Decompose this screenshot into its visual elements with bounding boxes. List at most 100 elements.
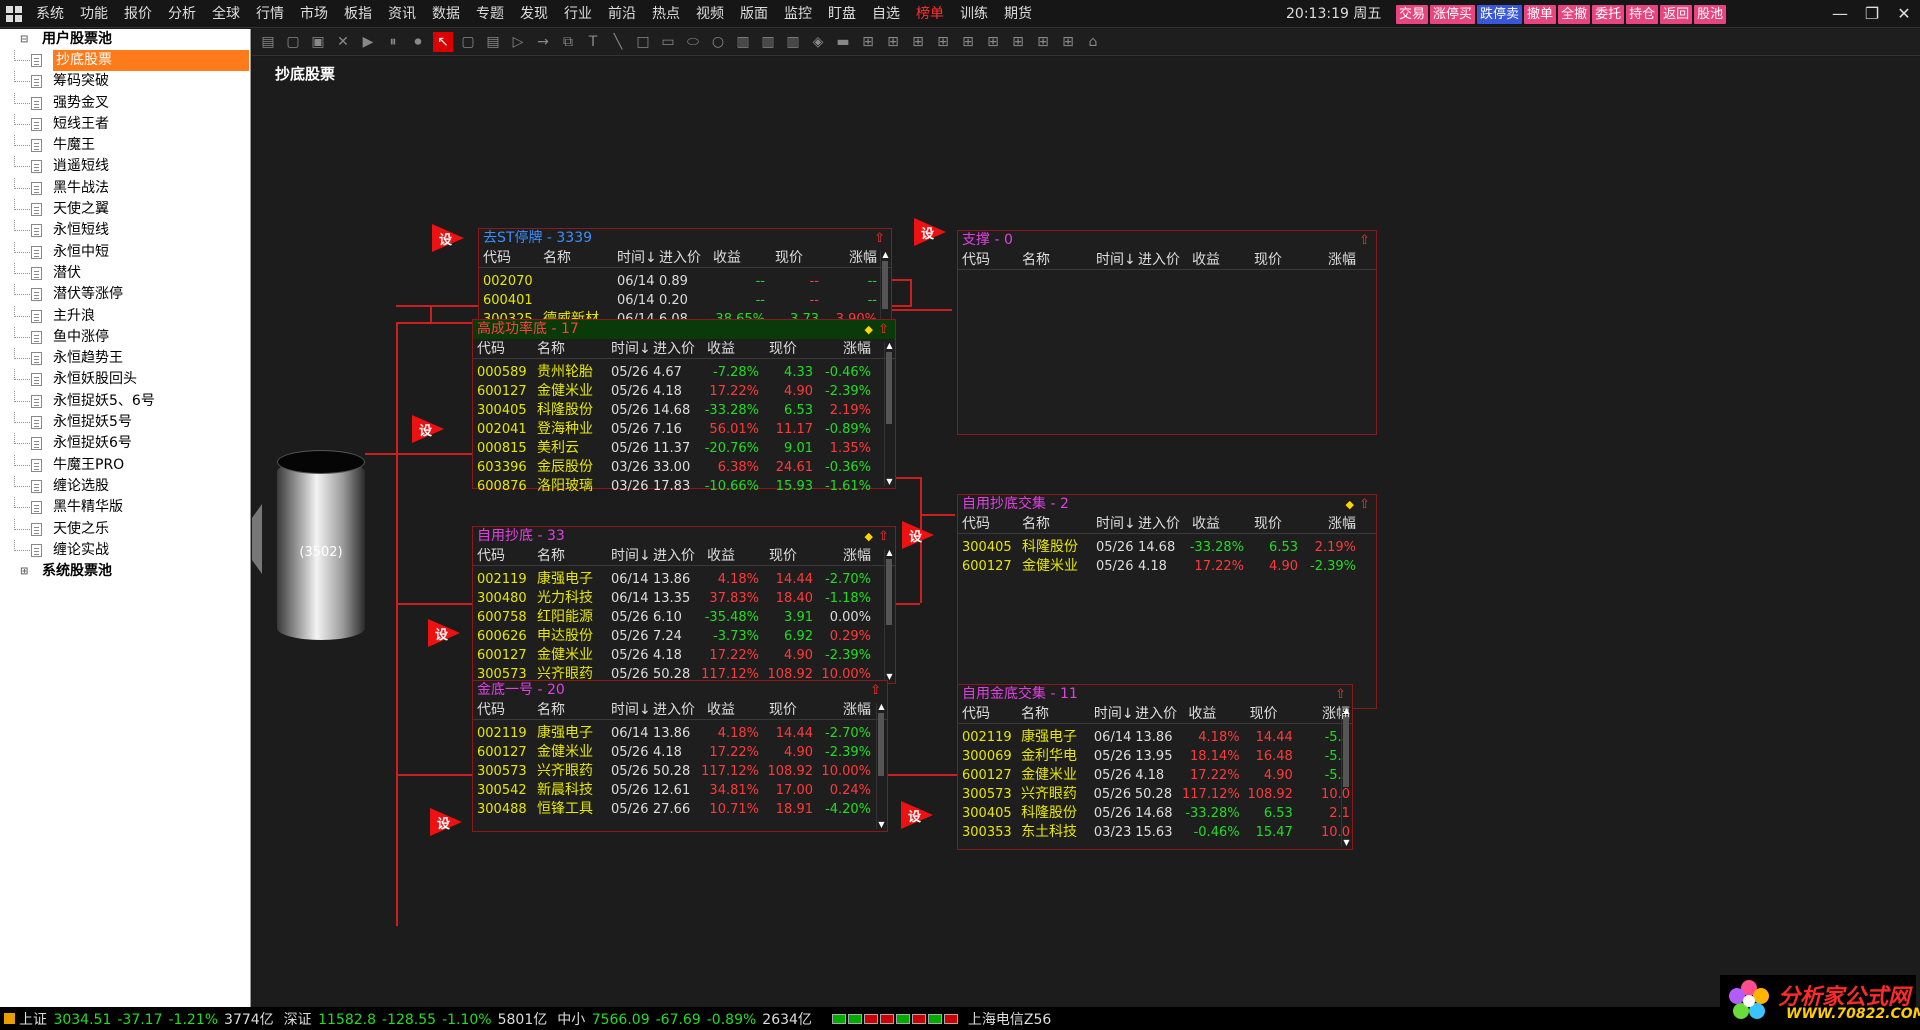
column-header[interactable]: 时间↓: [1096, 250, 1138, 269]
scroll-thumb[interactable]: [882, 261, 888, 309]
table-row[interactable]: 002119 康强电子 06/14 13.86 4.18% 14.44 -5.3: [958, 728, 1352, 747]
new-doc-icon[interactable]: ▤: [258, 32, 278, 52]
table-row[interactable]: 300480 光力科技 06/14 13.35 37.83% 18.40 -1.18%: [473, 589, 895, 608]
panel-header[interactable]: 高成功率底 - 17 ◆ ⇧: [473, 320, 895, 339]
column-header[interactable]: 代码: [477, 546, 537, 565]
column-header[interactable]: 代码: [477, 700, 537, 719]
menu-item-13[interactable]: 前沿: [600, 0, 644, 28]
table-row[interactable]: 000589 贵州轮胎 05/26 4.67 -7.28% 4.33 -0.46%: [473, 363, 895, 382]
filter-flag-button[interactable]: 设: [428, 619, 460, 647]
round-rect-tool-icon[interactable]: ▭: [658, 32, 678, 52]
tree-item[interactable]: 筹码突破: [0, 71, 250, 92]
quick-button-6[interactable]: 持仓: [1626, 5, 1659, 24]
move-up-icon[interactable]: ⇧: [870, 681, 881, 700]
quick-button-5[interactable]: 委托: [1592, 5, 1625, 24]
pointer-icon[interactable]: ↖: [433, 32, 453, 52]
minimize-icon[interactable]: —: [1824, 0, 1856, 28]
column-header[interactable]: 涨幅: [1302, 514, 1358, 533]
column-header[interactable]: 进入价: [653, 700, 701, 719]
column-header[interactable]: 收益: [701, 339, 763, 358]
tree-item[interactable]: 永恒趋势王: [0, 348, 250, 369]
table-row[interactable]: 300069 金利华电 05/26 13.95 18.14% 16.48 -5.3: [958, 747, 1352, 766]
chart-tool-icon[interactable]: ⌂: [1083, 32, 1103, 52]
table-row[interactable]: 600876 洛阳玻璃 03/26 17.83 -10.66% 15.93 -1.61%: [473, 477, 895, 496]
filter-flag-button[interactable]: 设: [430, 808, 462, 836]
column-header[interactable]: 名称: [537, 339, 611, 358]
tree-item[interactable]: 抄底股票: [0, 50, 250, 72]
table-row[interactable]: 300542 新晨科技 05/26 12.61 34.81% 17.00 0.24%: [473, 781, 887, 800]
pause-icon[interactable]: ⏸: [383, 32, 403, 52]
stock-pool-cylinder[interactable]: (3502): [277, 450, 365, 650]
diamond-icon[interactable]: ◆: [1346, 495, 1354, 514]
menu-item-10[interactable]: 专题: [468, 0, 512, 28]
vertical-scrollbar[interactable]: ▲▼: [884, 549, 893, 681]
column-header[interactable]: 进入价: [1135, 704, 1182, 723]
filter-flag-button[interactable]: 设: [902, 521, 934, 549]
column-header[interactable]: 时间↓: [611, 339, 653, 358]
app-menu-icon[interactable]: [0, 0, 28, 28]
move-up-icon[interactable]: ⇧: [874, 229, 885, 248]
collapse-icon[interactable]: ⊟: [20, 29, 28, 50]
column-header[interactable]: 名称: [1021, 704, 1094, 723]
circle-tool-icon[interactable]: ○: [708, 32, 728, 52]
column-header[interactable]: 收益: [701, 546, 763, 565]
menu-item-19[interactable]: 自选: [864, 0, 908, 28]
tree-item[interactable]: 短线王者: [0, 113, 250, 135]
tree-item[interactable]: 永恒捉妖5、6号: [0, 390, 250, 412]
restore-icon[interactable]: ❐: [1856, 0, 1888, 28]
fill-tool-icon[interactable]: ◈: [808, 32, 828, 52]
quick-button-0[interactable]: 交易: [1396, 5, 1429, 24]
menu-item-5[interactable]: 行情: [248, 0, 292, 28]
column-header[interactable]: 时间↓: [1096, 514, 1138, 533]
move-up-icon[interactable]: ⇧: [1359, 495, 1370, 514]
save-icon[interactable]: ▣: [308, 32, 328, 52]
panel-header[interactable]: 金底一号 - 20 ⇧: [473, 681, 887, 700]
scroll-up-icon[interactable]: ▲: [877, 703, 886, 711]
column-header[interactable]: 进入价: [1138, 250, 1186, 269]
column-header[interactable]: 时间↓: [611, 700, 653, 719]
grid-9-icon[interactable]: ⊞: [1058, 32, 1078, 52]
tree-root-user-pools[interactable]: ⊟ 用户股票池: [0, 29, 250, 50]
column-header[interactable]: 代码: [477, 339, 537, 358]
align-2-icon[interactable]: ▥: [758, 32, 778, 52]
ellipse-tool-icon[interactable]: ⬭: [683, 32, 703, 52]
filter-flag-button[interactable]: 设: [901, 801, 933, 829]
menu-item-3[interactable]: 分析: [160, 0, 204, 28]
column-header[interactable]: 代码: [962, 514, 1022, 533]
copy-icon[interactable]: ⧉: [558, 32, 578, 52]
tree-root-system-pools[interactable]: ⊞ 系统股票池: [0, 561, 250, 582]
menu-item-12[interactable]: 行业: [556, 0, 600, 28]
table-row[interactable]: 600127 金健米业 05/26 4.18 17.22% 4.90 -2.39%: [958, 557, 1376, 576]
server-name[interactable]: 上海电信Z56: [968, 1009, 1051, 1029]
rect-tool-icon[interactable]: ▢: [458, 32, 478, 52]
table-row[interactable]: 300405 科隆股份 05/26 14.68 -33.28% 6.53 2.19%: [473, 401, 895, 420]
tree-item[interactable]: 牛魔王PRO: [0, 454, 250, 476]
tree-item[interactable]: 鱼中涨停: [0, 326, 250, 348]
column-header[interactable]: 现价: [1244, 704, 1297, 723]
column-header[interactable]: 代码: [962, 704, 1021, 723]
align-3-icon[interactable]: ▥: [783, 32, 803, 52]
tree-item[interactable]: 天使之翼: [0, 199, 250, 220]
tree-item[interactable]: 主升浪: [0, 305, 250, 327]
column-header[interactable]: 名称: [1022, 250, 1096, 269]
menu-item-9[interactable]: 数据: [424, 0, 468, 28]
table-row[interactable]: 300573 兴齐眼药 05/26 50.28 117.12% 108.92 10.00%: [473, 762, 887, 781]
menu-item-22[interactable]: 期货: [996, 0, 1040, 28]
grid-4-icon[interactable]: ⊞: [933, 32, 953, 52]
tree-item[interactable]: 永恒中短: [0, 241, 250, 263]
column-header[interactable]: 现价: [763, 339, 817, 358]
index-1[interactable]: 深证 11582.8 -128.55 -1.10% 5801亿: [284, 1009, 548, 1029]
grid-2-icon[interactable]: ⊞: [883, 32, 903, 52]
column-header[interactable]: 代码: [483, 248, 543, 267]
menu-item-16[interactable]: 版面: [732, 0, 776, 28]
table-row[interactable]: 002119 康强电子 06/14 13.86 4.18% 14.44 -2.70%: [473, 724, 887, 743]
table-row[interactable]: 600626 申达股份 05/26 7.24 -3.73% 6.92 0.29%: [473, 627, 895, 646]
move-up-icon[interactable]: ⇧: [1335, 685, 1346, 704]
tree-item[interactable]: 强势金叉: [0, 92, 250, 114]
column-header[interactable]: 名称: [1022, 514, 1096, 533]
scroll-down-icon[interactable]: ▼: [885, 478, 894, 486]
column-header[interactable]: 现价: [763, 700, 817, 719]
stop-icon[interactable]: ⏺: [408, 32, 428, 52]
grid-1-icon[interactable]: ⊞: [858, 32, 878, 52]
table-row[interactable]: 600127 金健米业 05/26 4.18 17.22% 4.90 -2.39%: [473, 743, 887, 762]
